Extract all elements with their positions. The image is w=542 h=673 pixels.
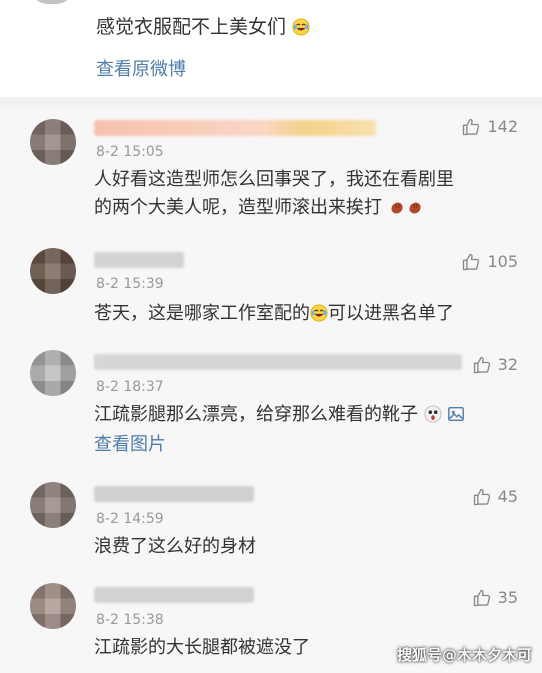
like-button[interactable]: 45 <box>472 487 518 507</box>
like-count: 45 <box>497 487 518 506</box>
comment-line: 苍天，这是哪家工作室配的 <box>94 303 310 324</box>
comment-text: 人好看这造型师怎么回事哭了，我还在看剧里 的两个大美人呢，造型师滚出来挨打 <box>94 166 454 222</box>
thumbs-up-icon <box>463 253 480 271</box>
username[interactable] <box>94 587 254 603</box>
watermark: 搜狐号@木木夕木可 <box>396 646 532 664</box>
username[interactable] <box>94 486 254 502</box>
comment-line: 人好看这造型师怎么回事哭了，我还在看剧里 <box>94 169 454 190</box>
comment-text: 江疏影腿那么漂亮，给穿那么难看的靴子 <box>94 401 465 429</box>
section-divider <box>0 97 542 109</box>
username[interactable] <box>94 252 184 268</box>
comment-text: 江疏影的大长腿都被遮没了 <box>94 634 310 662</box>
comment-time: 8-2 18:37 <box>96 379 164 395</box>
thumbs-up-icon <box>473 488 490 506</box>
top-post: 感觉衣服配不上美女们 查看原微博 <box>0 0 542 97</box>
comment-time: 8-2 15:38 <box>96 612 164 628</box>
comment-line-wrap: 的两个大美人呢，造型师滚出来挨打 <box>94 194 454 222</box>
post-text-content: 感觉衣服配不上美女们 <box>96 16 287 38</box>
punch-icon <box>391 202 403 214</box>
like-button[interactable]: 32 <box>472 355 518 375</box>
avatar[interactable] <box>30 119 76 165</box>
username[interactable] <box>94 120 376 136</box>
thumbs-up-icon <box>473 356 490 374</box>
comment-line: 浪费了这么好的身材 <box>94 536 256 557</box>
like-count: 35 <box>497 588 518 607</box>
avatar[interactable] <box>30 248 76 294</box>
post-text: 感觉衣服配不上美女们 <box>96 14 310 40</box>
view-original-link[interactable]: 查看原微博 <box>96 58 186 82</box>
like-count: 105 <box>487 252 518 271</box>
thumbs-up-icon <box>463 118 480 136</box>
comment-time: 8-2 15:05 <box>96 144 164 160</box>
punch-icon <box>409 202 421 214</box>
laughing-tears-icon <box>310 304 328 322</box>
comment-line: 江疏影腿那么漂亮，给穿那么难看的靴子 <box>94 404 418 425</box>
comment-line: 可以进黑名单了 <box>328 303 454 324</box>
laughing-tears-icon <box>292 18 310 36</box>
thumbs-up-icon <box>473 589 490 607</box>
image-icon[interactable] <box>447 405 465 423</box>
like-count: 142 <box>487 117 518 136</box>
like-count: 32 <box>497 355 518 374</box>
comment-line: 江疏影的大长腿都被遮没了 <box>94 637 310 658</box>
avatar[interactable] <box>30 350 76 396</box>
comment-time: 8-2 14:59 <box>96 511 164 527</box>
like-button[interactable]: 142 <box>461 117 518 137</box>
username[interactable] <box>94 354 462 370</box>
comment-text: 苍天，这是哪家工作室配的 可以进黑名单了 <box>94 300 454 328</box>
comment-list: 8-2 15:05 142 人好看这造型师怎么回事哭了，我还在看剧里 的两个大美… <box>0 109 542 673</box>
comment-time: 8-2 15:39 <box>96 276 164 292</box>
shocked-face-icon <box>424 405 442 423</box>
avatar[interactable] <box>30 482 76 528</box>
comment-text: 浪费了这么好的身材 <box>94 533 256 561</box>
like-button[interactable]: 105 <box>461 252 518 272</box>
like-button[interactable]: 35 <box>472 588 518 608</box>
avatar[interactable] <box>30 583 76 629</box>
view-image-link[interactable]: 查看图片 <box>94 431 166 459</box>
comment-line: 的两个大美人呢，造型师滚出来挨打 <box>94 197 382 218</box>
avatar[interactable] <box>30 0 74 4</box>
